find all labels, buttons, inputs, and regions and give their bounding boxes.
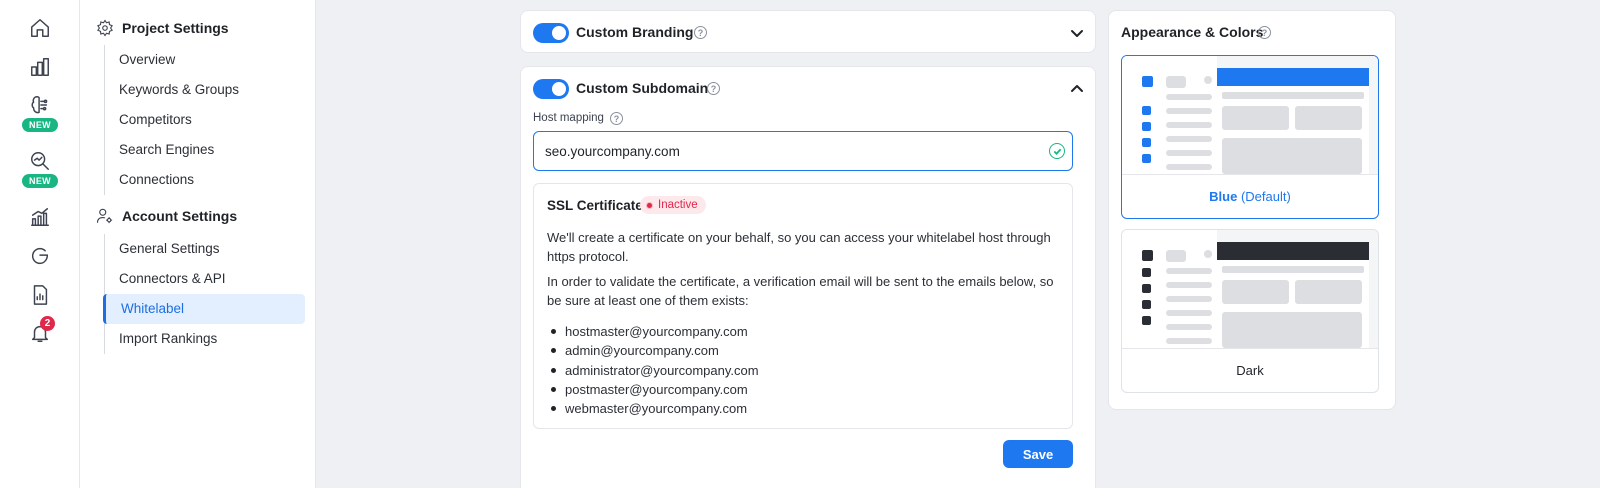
host-mapping-input[interactable] — [533, 131, 1073, 171]
sidebar-item-overview[interactable]: Overview — [105, 45, 307, 75]
sidebar-item-search-engines[interactable]: Search Engines — [105, 135, 307, 165]
rail-google[interactable] — [0, 245, 80, 267]
list-item: admin@yourcompany.com — [547, 341, 759, 360]
theme-option-blue[interactable]: Blue (Default) — [1121, 55, 1379, 219]
settings-sidebar: Project Settings Overview Keywords & Gro… — [80, 0, 316, 488]
check-circle-icon — [1049, 143, 1065, 159]
brain-icon — [31, 96, 48, 114]
new-badge: NEW — [22, 174, 58, 188]
theme-preview-blue — [1122, 56, 1378, 174]
list-item: hostmaster@yourcompany.com — [547, 322, 759, 341]
theme-name: Dark — [1236, 363, 1264, 378]
custom-branding-toggle[interactable] — [533, 23, 569, 43]
appearance-colors-title: Appearance & Colors — [1121, 24, 1264, 40]
ssl-certificate-panel: SSL Certificate Inactive We'll create a … — [533, 183, 1073, 429]
theme-label-dark: Dark — [1122, 348, 1378, 392]
sidebar-item-general-settings[interactable]: General Settings — [105, 234, 307, 264]
new-badge: NEW — [22, 118, 58, 132]
theme-default-tag: (Default) — [1240, 189, 1291, 204]
gear-icon — [97, 19, 113, 37]
status-dot-icon — [646, 201, 653, 209]
sidebar-item-competitors[interactable]: Competitors — [105, 105, 307, 135]
host-mapping-label: Host mapping — [533, 112, 604, 124]
theme-option-dark[interactable]: Dark — [1121, 229, 1379, 393]
account-settings-title: Account Settings — [122, 208, 238, 224]
help-icon[interactable]: ? — [694, 26, 707, 39]
help-icon[interactable]: ? — [610, 112, 623, 125]
sidebar-item-import-rankings[interactable]: Import Rankings — [105, 324, 307, 354]
project-settings-nav: Overview Keywords & Groups Competitors S… — [104, 45, 307, 195]
list-item: postmaster@yourcompany.com — [547, 380, 759, 399]
home-icon — [31, 19, 49, 37]
project-settings-title: Project Settings — [122, 20, 229, 36]
rail-research[interactable]: NEW — [0, 150, 80, 188]
list-item: webmaster@yourcompany.com — [547, 399, 759, 418]
custom-branding-card: Custom Branding ? — [520, 10, 1096, 53]
rail-home[interactable] — [0, 17, 80, 39]
ssl-description: We'll create a certificate on your behal… — [547, 230, 1051, 264]
theme-preview-dark — [1122, 230, 1378, 348]
save-button[interactable]: Save — [1003, 440, 1073, 468]
rail-ai-insights[interactable]: NEW — [0, 94, 80, 132]
bar-chart-icon — [31, 58, 49, 76]
notification-count-badge: 2 — [40, 316, 55, 331]
list-item: administrator@yourcompany.com — [547, 361, 759, 380]
account-settings-heading: Account Settings — [96, 207, 237, 225]
search-analytics-icon — [31, 152, 49, 170]
custom-subdomain-toggle[interactable] — [533, 79, 569, 99]
status-badge: Inactive — [640, 196, 706, 214]
status-text: Inactive — [658, 199, 698, 211]
theme-label-blue: Blue (Default) — [1122, 174, 1378, 218]
appearance-colors-card: Appearance & Colors ? Blue (Default) Dar… — [1108, 10, 1396, 410]
help-icon[interactable]: ? — [707, 82, 720, 95]
sidebar-item-connections[interactable]: Connections — [105, 165, 307, 195]
chevron-up-icon[interactable] — [1069, 81, 1085, 97]
theme-name: Blue — [1209, 189, 1238, 204]
project-settings-heading: Project Settings — [96, 19, 229, 37]
rail-documents[interactable] — [0, 284, 80, 306]
account-settings-nav: General Settings Connectors & API Whitel… — [103, 234, 307, 354]
ssl-certificate-title: SSL Certificate — [547, 198, 643, 213]
custom-branding-title: Custom Branding — [576, 24, 694, 40]
user-gear-icon — [96, 208, 113, 224]
rail-dashboard[interactable] — [0, 56, 80, 78]
trend-chart-icon — [31, 208, 49, 226]
sidebar-item-connectors-api[interactable]: Connectors & API — [105, 264, 307, 294]
chevron-down-icon[interactable] — [1069, 25, 1085, 41]
report-document-icon — [33, 285, 48, 305]
rail-reports[interactable] — [0, 206, 80, 228]
sidebar-item-whitelabel[interactable]: Whitelabel — [103, 294, 305, 324]
sidebar-item-keywords-groups[interactable]: Keywords & Groups — [105, 75, 307, 105]
custom-subdomain-card: Custom Subdomain ? Host mapping ? SSL Ce… — [520, 66, 1096, 488]
help-icon[interactable]: ? — [1258, 26, 1271, 39]
google-icon — [31, 247, 49, 265]
custom-subdomain-title: Custom Subdomain — [576, 80, 709, 96]
rail-notifications[interactable]: 2 — [0, 316, 80, 344]
verification-email-list: hostmaster@yourcompany.com admin@yourcom… — [547, 322, 759, 418]
ssl-verification-note: In order to validate the certificate, a … — [547, 274, 1054, 308]
icon-rail: NEW NEW 2 — [0, 0, 80, 488]
